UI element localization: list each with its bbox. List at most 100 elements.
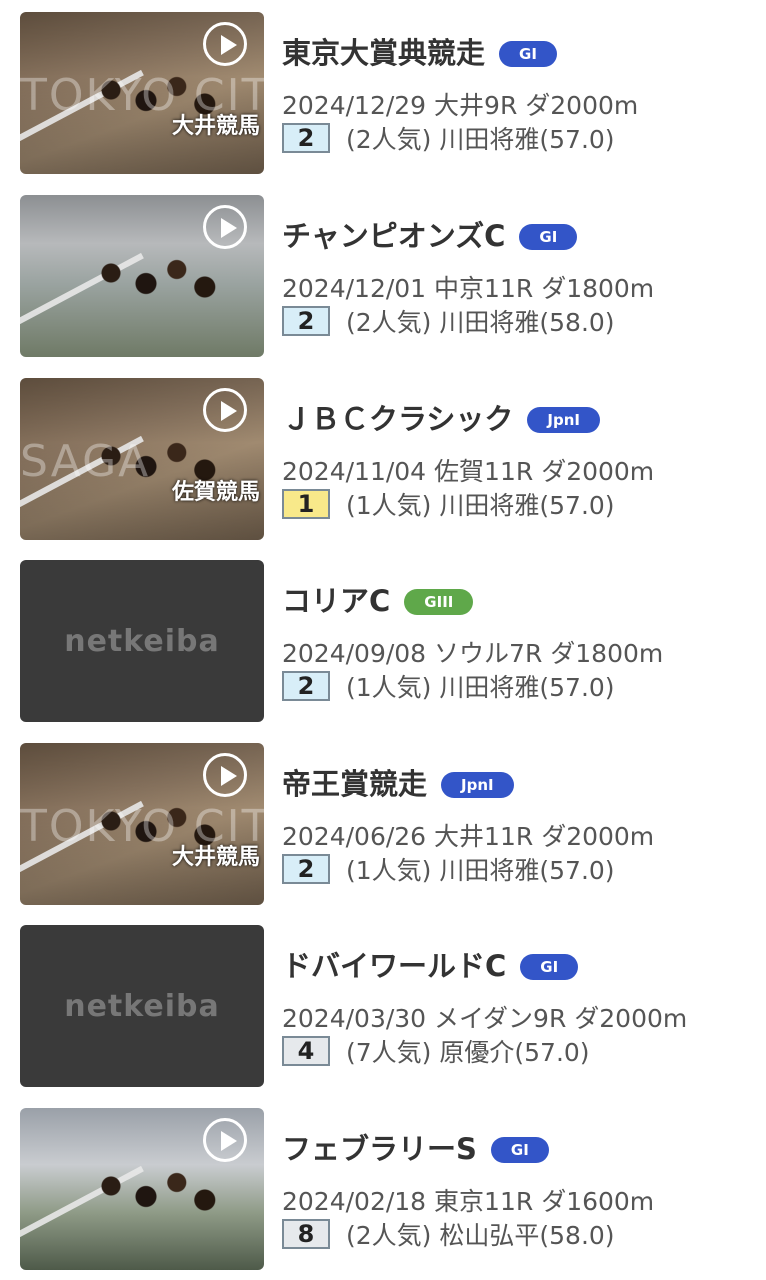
race-thumbnail-placeholder: netkeiba [20, 560, 264, 722]
finish-rank-badge: 8 [282, 1219, 330, 1249]
race-result: 8 (2人気) 松山弘平(58.0) [282, 1216, 615, 1252]
race-venue: 大井9R [434, 91, 518, 120]
play-icon[interactable] [203, 388, 247, 432]
netkeiba-logo: netkeiba [64, 623, 220, 659]
race-row[interactable]: netkeiba ドバイワールドC GI 2024/03/30 メイダン9R ダ2… [0, 925, 766, 1089]
race-date: 2024/06/26 [282, 822, 427, 851]
race-course: ダ1800m [541, 274, 655, 303]
race-row[interactable]: SAGA 佐賀競馬 ＪＢＣクラシック JpnI 2024/11/04 佐賀11R … [0, 378, 766, 542]
venue-caption: 大井競馬 [171, 845, 260, 870]
play-icon[interactable] [203, 205, 247, 249]
race-video-thumbnail[interactable]: TOKYO CITY KEIBA 大井競馬 [20, 12, 264, 174]
race-meta: 2024/02/18 東京11R ダ1600m [282, 1182, 654, 1218]
race-title-line[interactable]: ＪＢＣクラシック JpnI [282, 396, 600, 438]
grade-badge: GI [490, 1137, 549, 1163]
finish-rank-badge: 1 [282, 489, 330, 519]
popularity: (7人気) [346, 1038, 432, 1067]
race-date: 2024/11/04 [282, 457, 427, 486]
venue-caption: 大井競馬 [171, 114, 260, 139]
race-result: 2 (2人気) 川田将雅(57.0) [282, 120, 615, 156]
race-course: ダ2000m [525, 91, 639, 120]
grade-badge: JpnI [441, 772, 514, 798]
race-date: 2024/03/30 [282, 1004, 427, 1033]
race-row[interactable]: TOKYO CITY KEIBA 大井競馬 東京大賞典競走 GI 2024/12/… [0, 12, 766, 176]
race-course: ダ1600m [541, 1187, 655, 1216]
race-video-thumbnail[interactable]: SAGA 佐賀競馬 [20, 378, 264, 540]
race-video-thumbnail[interactable]: TOKYO CITY KEIBA 大井競馬 [20, 743, 264, 905]
grade-badge: GI [499, 41, 557, 67]
grade-badge: GI [520, 954, 579, 980]
jockey: 川田将雅(57.0) [439, 673, 615, 702]
popularity: (1人気) [346, 856, 432, 885]
finish-rank-badge: 2 [282, 671, 330, 701]
popularity: (2人気) [346, 1221, 432, 1250]
jockey: 川田将雅(57.0) [439, 125, 615, 154]
play-icon[interactable] [203, 1118, 247, 1162]
jockey: 原優介(57.0) [439, 1038, 590, 1067]
finish-rank-badge: 2 [282, 854, 330, 884]
race-meta: 2024/03/30 メイダン9R ダ2000m [282, 999, 687, 1035]
popularity: (1人気) [346, 673, 432, 702]
race-course: ダ2000m [574, 1004, 688, 1033]
race-result: 4 (7人気) 原優介(57.0) [282, 1033, 590, 1069]
race-venue: メイダン9R [434, 1004, 567, 1033]
horses-image [90, 245, 230, 315]
race-title-line[interactable]: 東京大賞典競走 GI [282, 30, 557, 72]
race-course: ダ2000m [541, 457, 655, 486]
jockey: 川田将雅(57.0) [439, 491, 615, 520]
race-history-list: TOKYO CITY KEIBA 大井競馬 東京大賞典競走 GI 2024/12/… [0, 0, 766, 1280]
race-title-line[interactable]: ドバイワールドC GI [282, 943, 579, 985]
race-title[interactable]: フェブラリーS [282, 1132, 477, 1166]
jockey: 川田将雅(57.0) [439, 856, 615, 885]
finish-rank-badge: 4 [282, 1036, 330, 1066]
race-row[interactable]: TOKYO CITY KEIBA 大井競馬 帝王賞競走 JpnI 2024/06/… [0, 743, 766, 907]
netkeiba-logo: netkeiba [64, 988, 220, 1024]
race-venue: 中京11R [434, 274, 534, 303]
race-title[interactable]: コリアC [282, 584, 390, 618]
popularity: (2人気) [346, 308, 432, 337]
race-video-thumbnail[interactable] [20, 1108, 264, 1270]
race-title[interactable]: ドバイワールドC [282, 949, 506, 983]
race-title-line[interactable]: チャンピオンズC GI [282, 213, 578, 255]
finish-rank-badge: 2 [282, 123, 330, 153]
race-title[interactable]: チャンピオンズC [282, 219, 505, 253]
race-result: 2 (1人気) 川田将雅(57.0) [282, 668, 615, 704]
race-thumbnail-placeholder: netkeiba [20, 925, 264, 1087]
race-venue: ソウル7R [434, 639, 543, 668]
race-title[interactable]: 帝王賞競走 [282, 767, 427, 801]
race-course: ダ2000m [541, 822, 655, 851]
race-title-line[interactable]: フェブラリーS GI [282, 1126, 549, 1168]
race-meta: 2024/06/26 大井11R ダ2000m [282, 817, 654, 853]
horses-image [90, 1158, 230, 1228]
race-venue: 佐賀11R [434, 457, 534, 486]
finish-rank-badge: 2 [282, 306, 330, 336]
race-meta: 2024/12/29 大井9R ダ2000m [282, 86, 638, 122]
race-date: 2024/02/18 [282, 1187, 427, 1216]
play-icon[interactable] [203, 753, 247, 797]
race-course: ダ1800m [550, 639, 664, 668]
grade-badge: GI [519, 224, 578, 250]
grade-badge: GIII [404, 589, 474, 615]
race-row[interactable]: netkeiba コリアC GIII 2024/09/08 ソウル7R ダ1800… [0, 560, 766, 724]
race-result: 2 (2人気) 川田将雅(58.0) [282, 303, 615, 339]
race-result: 1 (1人気) 川田将雅(57.0) [282, 486, 615, 522]
race-date: 2024/09/08 [282, 639, 427, 668]
race-result: 2 (1人気) 川田将雅(57.0) [282, 851, 615, 887]
race-title-line[interactable]: コリアC GIII [282, 578, 474, 620]
race-meta: 2024/12/01 中京11R ダ1800m [282, 269, 654, 305]
popularity: (1人気) [346, 491, 432, 520]
jockey: 松山弘平(58.0) [439, 1221, 615, 1250]
race-venue: 大井11R [434, 822, 534, 851]
race-title[interactable]: 東京大賞典競走 [282, 36, 485, 70]
play-icon[interactable] [203, 22, 247, 66]
race-video-thumbnail[interactable] [20, 195, 264, 357]
race-venue: 東京11R [434, 1187, 534, 1216]
race-meta: 2024/11/04 佐賀11R ダ2000m [282, 452, 654, 488]
race-title[interactable]: ＪＢＣクラシック [282, 402, 513, 436]
popularity: (2人気) [346, 125, 432, 154]
race-row[interactable]: フェブラリーS GI 2024/02/18 東京11R ダ1600m 8 (2人気… [0, 1108, 766, 1272]
race-row[interactable]: チャンピオンズC GI 2024/12/01 中京11R ダ1800m 2 (2人… [0, 195, 766, 359]
jockey: 川田将雅(58.0) [439, 308, 615, 337]
grade-badge: JpnI [527, 407, 600, 433]
race-title-line[interactable]: 帝王賞競走 JpnI [282, 761, 514, 803]
